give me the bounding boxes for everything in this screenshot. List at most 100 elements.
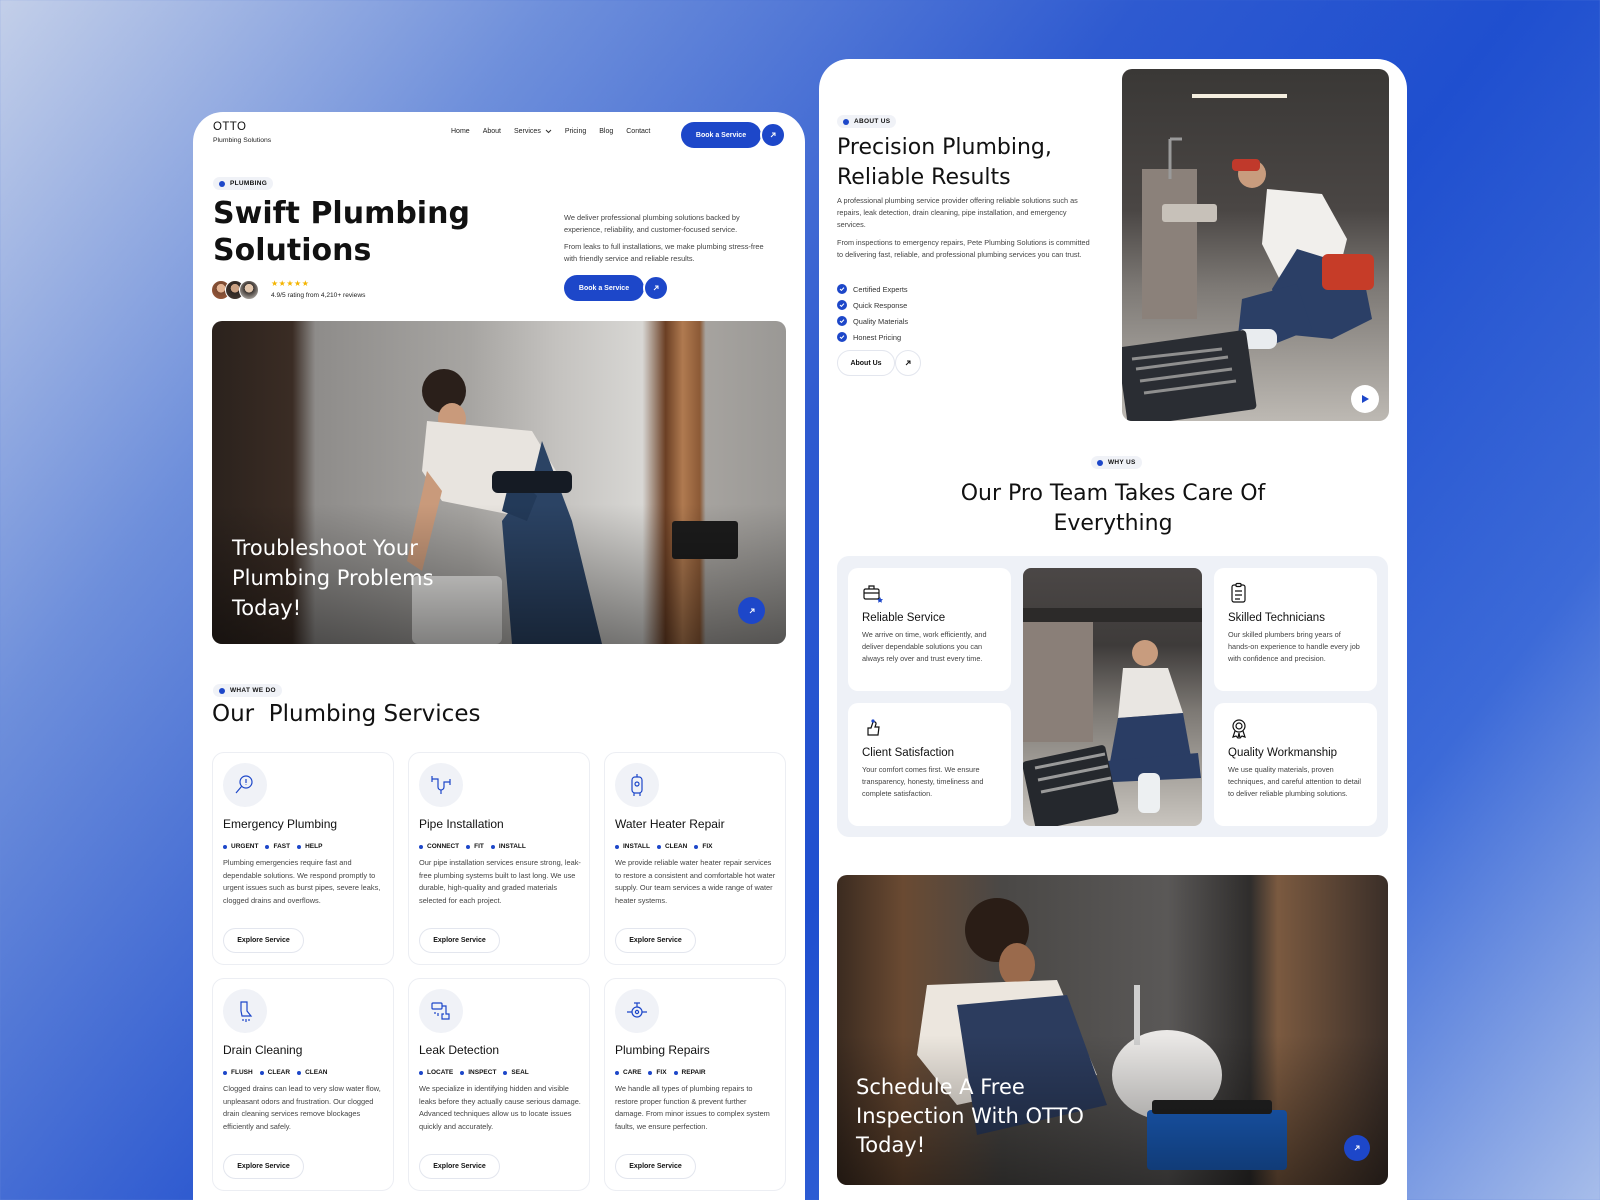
hero-title-line1: Swift Plumbing bbox=[213, 196, 470, 231]
why-us-photo bbox=[1023, 568, 1202, 826]
about-photo bbox=[1122, 69, 1389, 421]
rating-text: 4.9/5 rating from 4,210+ reviews bbox=[271, 292, 366, 299]
service-card-drain-cleaning: Drain Cleaning FLUSH CLEAR CLEAN Clogged d… bbox=[212, 978, 394, 1191]
about-desc-1: A professional plumbing service provider… bbox=[837, 196, 1078, 229]
hero-book-service-button[interactable]: Book a Service bbox=[564, 275, 644, 301]
cta-banner-line3: Today! bbox=[856, 1133, 926, 1157]
service-title: Pipe Installation bbox=[419, 817, 504, 831]
tag: FIX bbox=[694, 843, 712, 850]
service-tags: URGENT FAST HELP bbox=[223, 843, 322, 850]
check-label: Quality Materials bbox=[853, 316, 909, 326]
nav-services-label: Services bbox=[513, 128, 541, 135]
check-icon bbox=[837, 284, 847, 294]
why-title-line1: Our Pro Team Takes Care Of bbox=[960, 481, 1266, 506]
nav-services[interactable]: Services bbox=[514, 128, 552, 135]
main-nav: Home About Services Pricing Blog Contact bbox=[438, 128, 650, 135]
service-card-emergency-plumbing: Emergency Plumbing URGENT FAST HELP Plumbi… bbox=[212, 752, 394, 965]
tag: HELP bbox=[297, 843, 322, 850]
tag: INSTALL bbox=[491, 843, 526, 850]
video-play-button[interactable] bbox=[1351, 385, 1379, 413]
hero-banner-line1: Troubleshoot Your bbox=[232, 536, 418, 560]
arrow-up-right-icon bbox=[905, 360, 911, 366]
tag: CLEAN bbox=[657, 843, 687, 850]
service-tags: FLUSH CLEAR CLEAN bbox=[223, 1069, 327, 1076]
explore-service-button[interactable]: Explore Service bbox=[615, 1154, 696, 1179]
valve-icon bbox=[615, 989, 659, 1033]
explore-service-button[interactable]: Explore Service bbox=[223, 928, 304, 953]
why-title: Our Pro Team Takes Care Of Everything bbox=[819, 479, 1407, 539]
hero-title-line2: Solutions bbox=[213, 233, 372, 268]
water-heater-icon bbox=[615, 763, 659, 807]
what-we-do-pill: WHAT WE DO bbox=[213, 684, 282, 697]
about-us-button[interactable]: About Us bbox=[837, 350, 895, 376]
award-badge-icon bbox=[1232, 719, 1246, 739]
cta-banner-line2: Inspection With OTTO bbox=[856, 1104, 1084, 1128]
hero-banner-image: Troubleshoot Your Plumbing Problems Toda… bbox=[212, 321, 786, 644]
service-card-pipe-installation: Pipe Installation CONNECT FIT INSTALL Our … bbox=[408, 752, 590, 965]
why-card-desc: We arrive on time, work efficiently, and… bbox=[862, 630, 987, 663]
about-arrow-button[interactable] bbox=[895, 350, 921, 376]
service-card-plumbing-repairs: Plumbing Repairs CARE FIX REPAIR We handle… bbox=[604, 978, 786, 1191]
header-arrow-button[interactable] bbox=[760, 122, 786, 148]
service-title: Leak Detection bbox=[419, 1043, 500, 1057]
check-item: Quality Materials bbox=[837, 313, 908, 329]
nav-pricing[interactable]: Pricing bbox=[565, 128, 586, 135]
about-desc-2: From inspections to emergency repairs, P… bbox=[837, 238, 1090, 259]
nav-about[interactable]: About bbox=[483, 128, 501, 135]
chevron-down-icon bbox=[545, 129, 552, 134]
check-icon bbox=[837, 300, 847, 310]
explore-service-button[interactable]: Explore Service bbox=[419, 928, 500, 953]
hero-banner-arrow-button[interactable] bbox=[738, 597, 765, 624]
tag: CARE bbox=[615, 1069, 641, 1076]
service-desc: We handle all types of plumbing repairs … bbox=[615, 1084, 770, 1131]
arrow-up-right-icon bbox=[770, 132, 776, 138]
why-us-pill: WHY US bbox=[1091, 456, 1142, 469]
why-card-skilled-technicians: Skilled Technicians Our skilled plumbers… bbox=[1214, 568, 1377, 691]
explore-service-button[interactable]: Explore Service bbox=[615, 928, 696, 953]
clipboard-checklist-icon bbox=[1231, 582, 1246, 603]
explore-service-button[interactable]: Explore Service bbox=[419, 1154, 500, 1179]
why-us-pill-label: WHY US bbox=[1108, 459, 1136, 466]
hero-desc-2: From leaks to full installations, we mak… bbox=[564, 242, 764, 263]
service-tags: INSTALL CLEAN FIX bbox=[615, 843, 712, 850]
play-icon bbox=[1361, 395, 1369, 403]
tag: LOCATE bbox=[419, 1069, 453, 1076]
nav-home[interactable]: Home bbox=[451, 128, 470, 135]
why-card-desc: Your comfort comes first. We ensure tran… bbox=[862, 765, 984, 798]
hero-banner-line2: Plumbing Problems bbox=[232, 566, 434, 590]
why-card-reliable-service: Reliable Service We arrive on time, work… bbox=[848, 568, 1011, 691]
hero-desc-1: We deliver professional plumbing solutio… bbox=[564, 213, 740, 234]
check-icon bbox=[837, 316, 847, 326]
header-book-service-button[interactable]: Book a Service bbox=[681, 122, 761, 148]
plumber-sitting-illustration bbox=[1023, 608, 1202, 826]
nav-contact[interactable]: Contact bbox=[626, 128, 650, 135]
explore-service-button[interactable]: Explore Service bbox=[223, 1154, 304, 1179]
service-desc: We specialize in identifying hidden and … bbox=[419, 1084, 581, 1131]
tag: CLEAR bbox=[260, 1069, 290, 1076]
service-title: Water Heater Repair bbox=[615, 817, 725, 831]
tag: INSPECT bbox=[460, 1069, 496, 1076]
hero-arrow-button[interactable] bbox=[643, 275, 669, 301]
service-title: Drain Cleaning bbox=[223, 1043, 303, 1057]
cta-banner-arrow-button[interactable] bbox=[1344, 1135, 1370, 1161]
why-card-title: Client Satisfaction bbox=[862, 747, 955, 759]
cta-banner-heading: Schedule A Free Inspection With OTTO Tod… bbox=[856, 1073, 1084, 1160]
about-checklist: Certified Experts Quick Response Quality… bbox=[837, 281, 908, 345]
about-title-line1: Precision Plumbing, bbox=[837, 135, 1052, 160]
about-page-panel: ABOUT US Precision Plumbing, Reliable Re… bbox=[819, 59, 1407, 1200]
why-us-grid: Reliable Service We arrive on time, work… bbox=[837, 556, 1388, 837]
what-we-do-pill-label: WHAT WE DO bbox=[230, 687, 276, 694]
why-card-desc: We use quality materials, proven techniq… bbox=[1228, 765, 1362, 798]
tag: CONNECT bbox=[419, 843, 459, 850]
check-label: Quick Response bbox=[853, 300, 908, 310]
leak-detection-icon bbox=[419, 989, 463, 1033]
arrow-up-right-icon bbox=[1354, 1145, 1360, 1151]
tag: FIX bbox=[648, 1069, 666, 1076]
service-card-water-heater-repair: Water Heater Repair INSTALL CLEAN FIX We p… bbox=[604, 752, 786, 965]
avatar bbox=[239, 280, 259, 300]
nav-blog[interactable]: Blog bbox=[599, 128, 613, 135]
hero-title: Swift Plumbing Solutions bbox=[213, 195, 470, 269]
check-item: Honest Pricing bbox=[837, 329, 908, 345]
brand-logo[interactable]: OTTO Plumbing Solutions bbox=[213, 121, 271, 144]
service-tags: CARE FIX REPAIR bbox=[615, 1069, 706, 1076]
